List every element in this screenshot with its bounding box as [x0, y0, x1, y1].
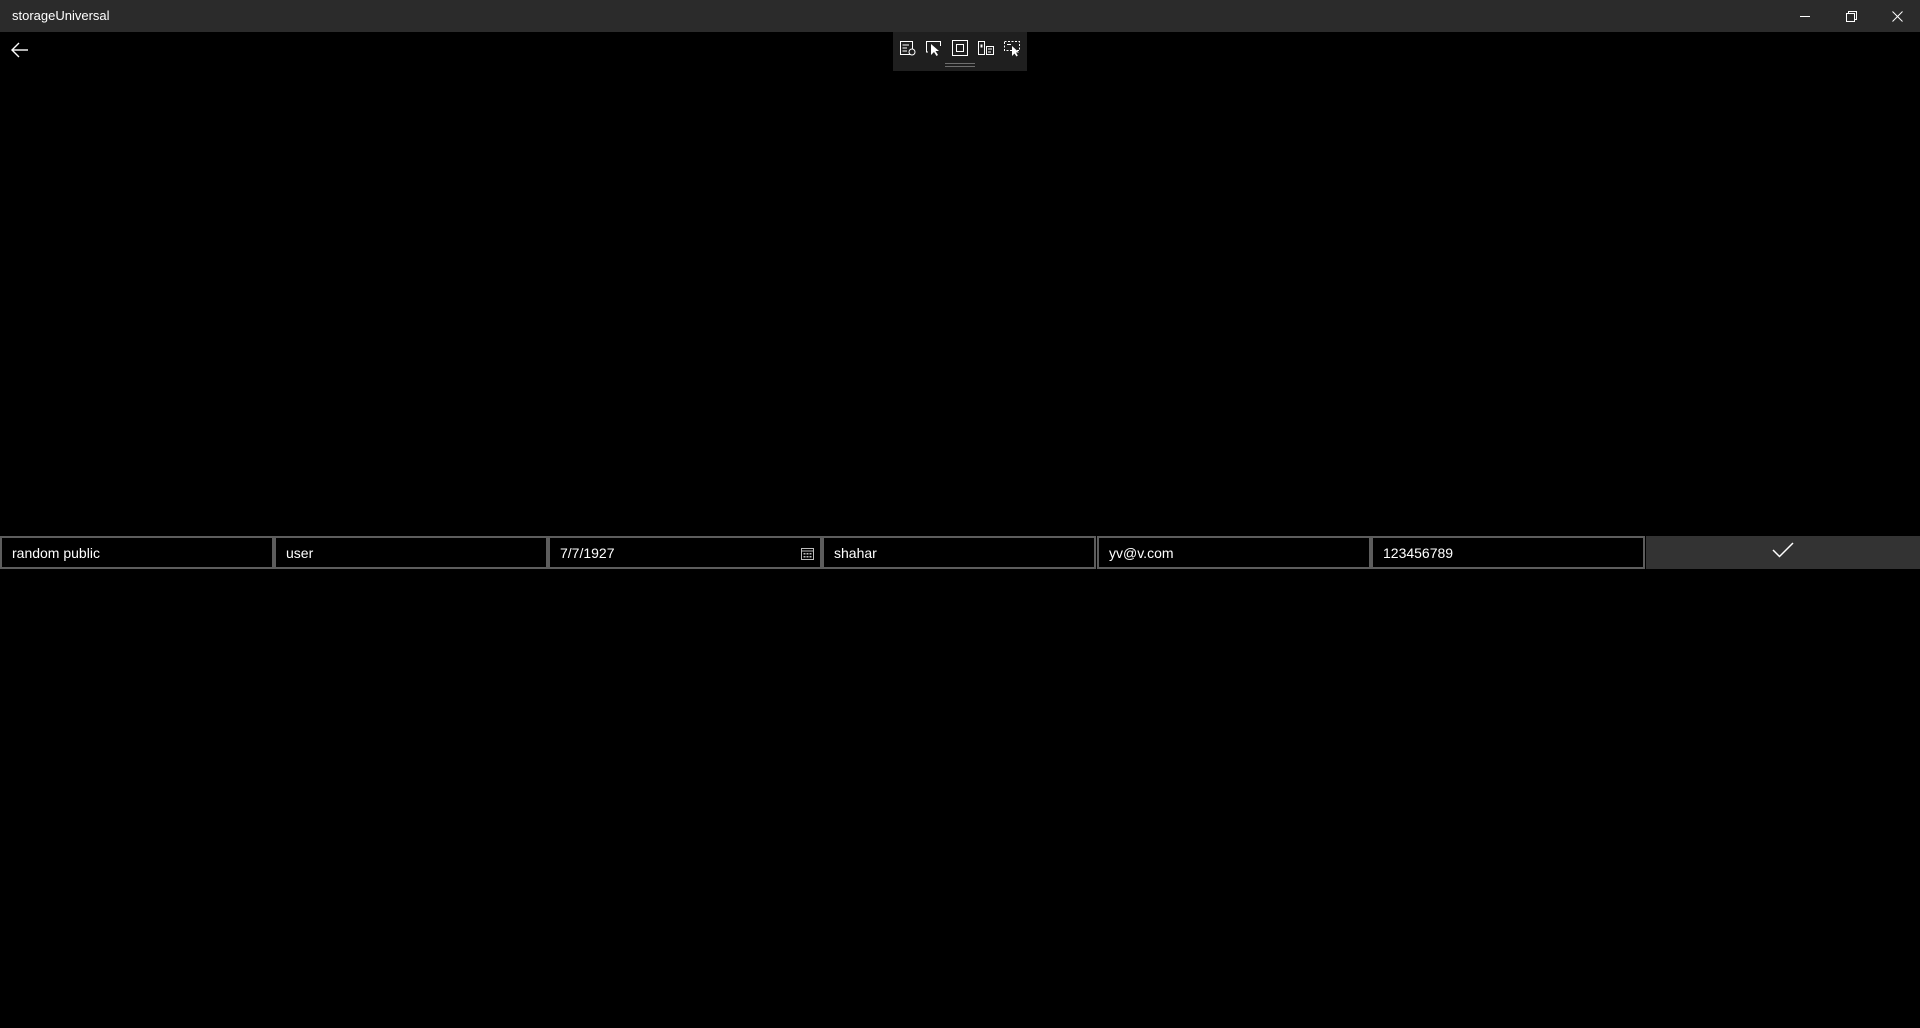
select-element-button[interactable] [924, 38, 944, 58]
user-entry-form [0, 536, 1920, 569]
minimize-icon [1800, 11, 1810, 21]
calendar-icon[interactable] [801, 547, 814, 560]
preview-selection-button[interactable] [1002, 38, 1022, 58]
back-button[interactable] [0, 32, 40, 72]
preview-selection-icon [1003, 39, 1021, 57]
submit-button[interactable] [1646, 536, 1920, 569]
display-layout-adorners-icon [951, 39, 969, 57]
number-field[interactable] [1371, 536, 1645, 569]
email-input[interactable] [1099, 538, 1369, 567]
text-input-2[interactable] [276, 538, 546, 567]
number-input[interactable] [1373, 538, 1643, 567]
checkmark-icon [1772, 542, 1794, 563]
live-visual-tree-icon [899, 39, 917, 57]
minimize-button[interactable] [1782, 0, 1828, 32]
toolbar-grip[interactable] [945, 63, 975, 67]
track-focused-element-button[interactable] [976, 38, 996, 58]
back-arrow-icon [11, 42, 29, 63]
track-focused-element-icon [977, 39, 995, 57]
live-visual-tree-button[interactable] [898, 38, 918, 58]
text-input-4[interactable] [824, 538, 1094, 567]
close-icon [1891, 10, 1903, 22]
close-button[interactable] [1874, 0, 1920, 32]
text-field-2[interactable] [274, 536, 548, 569]
app-window: storageUniversal [0, 0, 1920, 1028]
text-field-4[interactable] [822, 536, 1096, 569]
debug-toolbar [893, 32, 1027, 71]
date-field[interactable] [548, 536, 822, 569]
text-input-1[interactable] [2, 538, 272, 567]
display-layout-adorners-button[interactable] [950, 38, 970, 58]
select-element-icon [925, 39, 943, 57]
title-bar[interactable]: storageUniversal [0, 0, 1920, 32]
restore-button[interactable] [1828, 0, 1874, 32]
date-input[interactable] [550, 538, 820, 567]
app-title: storageUniversal [12, 8, 110, 23]
email-field[interactable] [1097, 536, 1371, 569]
restore-icon [1845, 10, 1857, 22]
text-field-1[interactable] [0, 536, 274, 569]
